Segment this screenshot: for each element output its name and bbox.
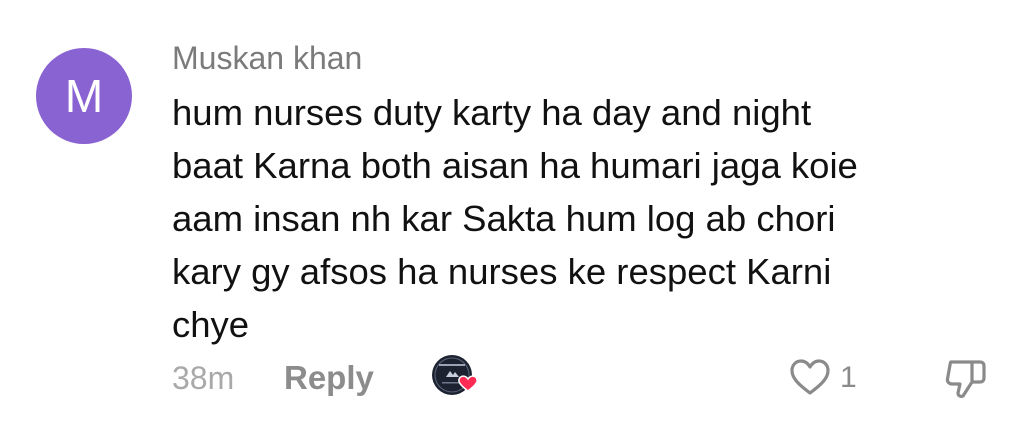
comment-text-line: aam insan nh kar Sakta hum log ab chori — [172, 198, 836, 239]
comment-text-line: hum nurses duty karty ha day and night — [172, 92, 812, 133]
comment-text-line: kary gy afsos ha nurses ke respect Karni — [172, 251, 832, 292]
heart-outline-icon[interactable] — [788, 356, 832, 400]
like-count: 1 — [840, 361, 857, 394]
creator-avatar-icon — [432, 355, 478, 395]
comment-username[interactable]: Muskan khan — [172, 38, 362, 78]
comment-text-line: chye — [172, 304, 250, 345]
thumbs-down-icon[interactable] — [944, 356, 988, 400]
comment-text: hum nurses duty karty ha day and night b… — [172, 86, 962, 351]
avatar-letter: M — [64, 70, 104, 122]
comment-text-line: baat Karna both aisan ha humari jaga koi… — [172, 145, 858, 186]
reply-button[interactable]: Reply — [284, 356, 374, 400]
avatar[interactable]: M — [36, 48, 132, 144]
dislike-button[interactable] — [944, 356, 988, 400]
like-button[interactable]: 1 — [788, 356, 857, 400]
creator-liked-badge — [430, 353, 484, 397]
comment-timestamp: 38m — [172, 360, 235, 396]
